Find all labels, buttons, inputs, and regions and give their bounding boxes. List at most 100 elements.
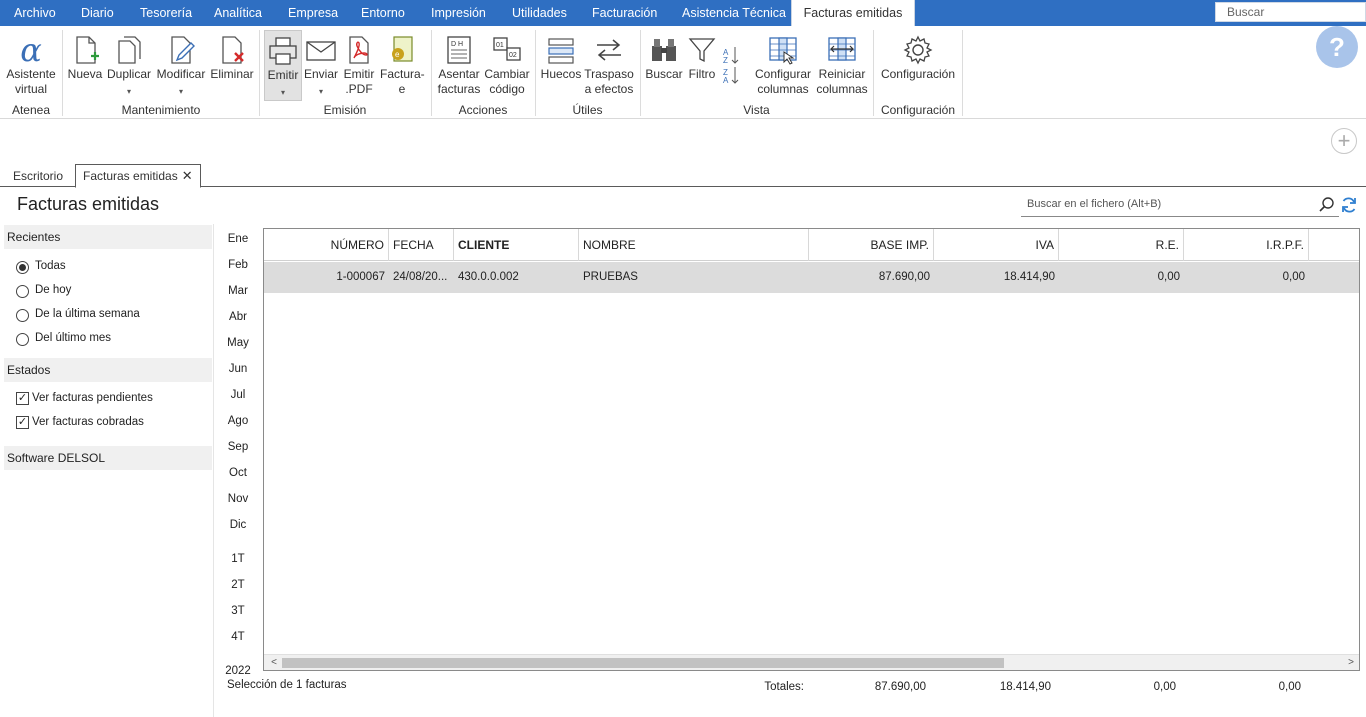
sort-button[interactable]: AZZA (721, 30, 743, 90)
cell-re: 0,00 (1157, 271, 1180, 283)
global-search-input[interactable]: Buscar (1215, 2, 1366, 22)
col-iva[interactable]: IVA (934, 229, 1059, 261)
month-abr[interactable]: Abr (222, 311, 254, 323)
asistente-label-2: virtual (14, 82, 47, 96)
col-base-imp[interactable]: BASE IMP. (809, 229, 934, 261)
menu-facturas-emitidas[interactable]: Facturas emitidas (791, 0, 915, 26)
configuracion-button[interactable]: Configuración (879, 30, 957, 100)
total-re: 0,00 (1153, 681, 1176, 693)
help-icon[interactable]: ? (1316, 26, 1358, 68)
asentar-facturas-button[interactable]: D H Asentar facturas (436, 30, 482, 100)
duplicar-button[interactable]: Duplicar ▾ (106, 30, 152, 100)
checkbox-cobradas[interactable]: ✓ (16, 416, 29, 429)
month-may[interactable]: May (222, 337, 254, 349)
col-numero[interactable]: NÚMERO (264, 229, 389, 261)
search-icon[interactable] (1318, 196, 1336, 214)
month-nov[interactable]: Nov (222, 493, 254, 505)
huecos-label: Huecos (540, 67, 582, 81)
table-row[interactable]: 1-000067 24/08/20... 430.0.0.002 PRUEBAS… (264, 262, 1359, 293)
huecos-button[interactable]: Huecos (540, 30, 582, 100)
configuracion-label: Configuración (880, 67, 956, 81)
radio-ultima-semana-label: De la última semana (35, 308, 140, 320)
filtro-button[interactable]: Filtro (685, 30, 719, 100)
tab-escritorio[interactable]: Escritorio (13, 166, 63, 187)
month-ago[interactable]: Ago (222, 415, 254, 427)
modificar-button[interactable]: Modificar ▾ (155, 30, 207, 100)
scrollbar-thumb[interactable] (282, 658, 1004, 668)
total-base-imp: 87.690,00 (874, 681, 926, 693)
month-oct[interactable]: Oct (222, 467, 254, 479)
menu-diario[interactable]: Diario (81, 0, 114, 26)
menu-entorno[interactable]: Entorno (361, 0, 405, 26)
buscar-button[interactable]: Buscar (645, 30, 683, 100)
menu-facturacion[interactable]: Facturación (592, 0, 657, 26)
col-cliente[interactable]: CLIENTE (454, 229, 579, 261)
ribbon: α Asistente virtual Nueva Duplicar ▾ Mod… (0, 26, 1366, 119)
emitir-label: Emitir (267, 68, 299, 82)
scroll-left-icon[interactable]: < (266, 655, 282, 670)
radio-ultimo-mes[interactable] (16, 333, 29, 346)
col-nombre[interactable]: NOMBRE (579, 229, 809, 261)
traspaso-efectos-button[interactable]: Traspaso a efectos (584, 30, 634, 100)
month-feb[interactable]: Feb (222, 259, 254, 271)
close-icon[interactable]: ✕ (182, 168, 193, 183)
quarter-4t[interactable]: 4T (222, 631, 254, 643)
factura-e-label-2: e (398, 82, 406, 96)
svg-text:Z: Z (723, 56, 728, 65)
col-irpf[interactable]: I.R.P.F. (1184, 229, 1309, 261)
reiniciar-columnas-button[interactable]: Reiniciar columnas (815, 30, 869, 100)
col-re[interactable]: R.E. (1059, 229, 1184, 261)
delete-document-icon (222, 36, 244, 64)
document-tabs: Escritorio Facturas emitidas ✕ (0, 162, 1366, 188)
radio-de-hoy[interactable] (16, 285, 29, 298)
checkbox-pendientes[interactable]: ✓ (16, 392, 29, 405)
asistente-virtual-button[interactable]: α Asistente virtual (3, 30, 59, 100)
month-mar[interactable]: Mar (222, 285, 254, 297)
enviar-label: Enviar (303, 67, 338, 81)
software-delsol-header[interactable]: Software DELSOL (4, 446, 212, 470)
group-label-utiles: Útiles (572, 103, 603, 117)
traspaso-label-1: Traspaso (584, 67, 634, 81)
menu-analitica[interactable]: Analítica (214, 0, 262, 26)
cell-nombre: PRUEBAS (583, 271, 638, 283)
add-tab-icon[interactable]: + (1331, 128, 1357, 154)
factura-e-button[interactable]: e Factura- e (380, 30, 425, 100)
ribbon-separator (962, 30, 963, 116)
checkbox-cobradas-label: Ver facturas cobradas (32, 416, 144, 428)
cambiar-codigo-button[interactable]: 01 02 Cambiar código (484, 30, 530, 100)
menu-utilidades[interactable]: Utilidades (512, 0, 567, 26)
file-search-input[interactable]: Buscar en el fichero (Alt+B) (1021, 193, 1339, 217)
page-title: Facturas emitidas (17, 194, 160, 214)
menu-archivo[interactable]: Archivo (14, 0, 56, 26)
total-irpf: 0,00 (1278, 681, 1301, 693)
menu-impresion[interactable]: Impresión (431, 0, 486, 26)
col-fecha[interactable]: FECHA (389, 229, 454, 261)
emitir-button[interactable]: Emitir ▾ (264, 30, 302, 101)
month-ene[interactable]: Ene (222, 233, 254, 245)
chevron-down-icon: ▾ (178, 87, 183, 96)
quarter-3t[interactable]: 3T (222, 605, 254, 617)
enviar-button[interactable]: Enviar ▾ (303, 30, 339, 100)
duplicar-label: Duplicar (106, 67, 151, 81)
horizontal-scrollbar[interactable]: < > (264, 654, 1359, 670)
refresh-icon[interactable] (1340, 196, 1358, 214)
menu-tesoreria[interactable]: Tesorería (140, 0, 192, 26)
radio-de-hoy-label: De hoy (35, 284, 72, 296)
month-jun[interactable]: Jun (222, 363, 254, 375)
quarter-2t[interactable]: 2T (222, 579, 254, 591)
nueva-button[interactable]: Nueva (67, 30, 103, 100)
emitir-pdf-button[interactable]: Emitir .PDF (341, 30, 377, 100)
month-jul[interactable]: Jul (222, 389, 254, 401)
month-sep[interactable]: Sep (222, 441, 254, 453)
eliminar-button[interactable]: Eliminar (209, 30, 255, 100)
year-label[interactable]: 2022 (222, 665, 254, 674)
configurar-columnas-button[interactable]: Configurar columnas (753, 30, 813, 100)
scroll-right-icon[interactable]: > (1343, 655, 1359, 670)
quarter-1t[interactable]: 1T (222, 553, 254, 565)
month-dic[interactable]: Dic (222, 519, 254, 531)
tab-facturas-emitidas[interactable]: Facturas emitidas ✕ (75, 164, 201, 188)
radio-ultima-semana[interactable] (16, 309, 29, 322)
radio-todas[interactable] (16, 261, 29, 274)
menu-asistencia-tecnica[interactable]: Asistencia Técnica (682, 0, 786, 26)
menu-empresa[interactable]: Empresa (288, 0, 338, 26)
